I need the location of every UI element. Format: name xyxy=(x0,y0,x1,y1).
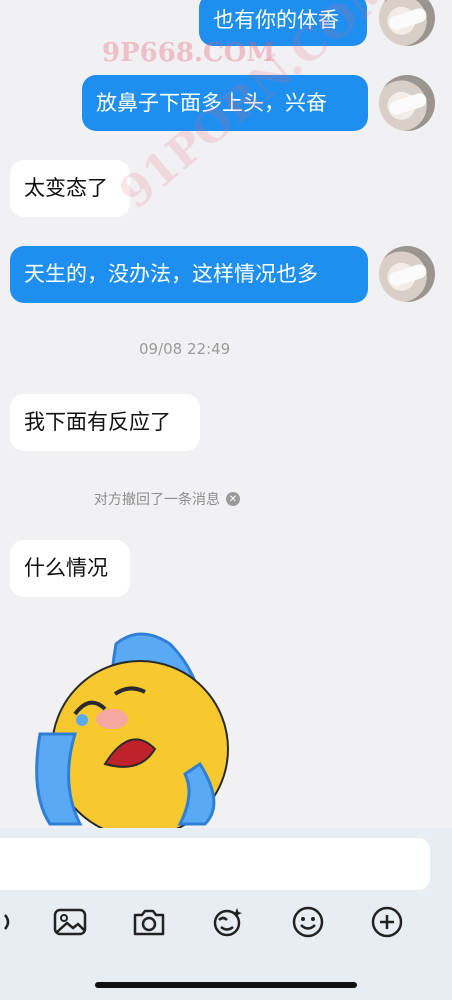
message-text: 什么情况 xyxy=(24,556,108,580)
camera-icon[interactable] xyxy=(127,900,171,944)
home-indicator[interactable] xyxy=(95,982,357,988)
plus-icon[interactable] xyxy=(365,900,409,944)
message-text: 太变态了 xyxy=(24,176,108,200)
close-icon: ✕ xyxy=(226,492,240,506)
message-input[interactable] xyxy=(0,838,430,890)
composer-toolbar xyxy=(0,900,452,944)
message-text: 天生的，没办法，这样情况也多 xyxy=(24,262,318,286)
recall-notice: 对方撤回了一条消息 ✕ xyxy=(94,489,240,509)
avatar[interactable] xyxy=(379,246,435,302)
avatar[interactable] xyxy=(379,75,435,131)
image-icon[interactable] xyxy=(48,900,92,944)
sticker-image[interactable] xyxy=(20,624,230,838)
message-incoming[interactable]: 我下面有反应了 xyxy=(10,394,200,451)
voice-icon[interactable] xyxy=(0,900,22,944)
message-text: 我下面有反应了 xyxy=(24,410,171,434)
message-incoming[interactable]: 什么情况 xyxy=(10,540,130,597)
message-incoming[interactable]: 太变态了 xyxy=(10,160,130,217)
emoji-icon[interactable] xyxy=(286,900,330,944)
message-outgoing[interactable]: 天生的，没办法，这样情况也多 xyxy=(10,246,368,303)
recall-text: 对方撤回了一条消息 xyxy=(94,492,220,508)
message-timestamp: 09/08 22:49 xyxy=(139,340,231,358)
sticker-icon[interactable] xyxy=(206,900,250,944)
